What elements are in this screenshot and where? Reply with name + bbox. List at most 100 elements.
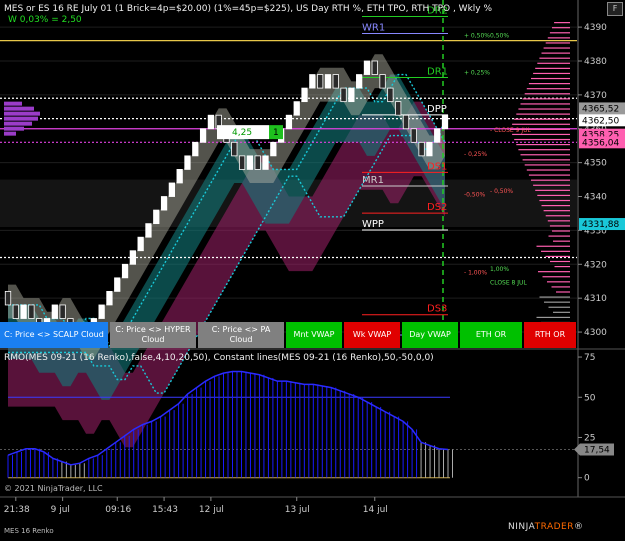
right-profile-bar [547,220,570,222]
renko-brick-up [348,87,355,103]
renko-brick-down [387,87,394,103]
toolbar-toggle-button[interactable]: Day VWAP [402,322,458,348]
left-profile-bar [4,116,38,121]
chart-canvas[interactable]: 4300431043204330434043504360437043804390… [0,0,625,537]
rmo-tick-label: 0 [584,474,590,484]
renko-brick-up [160,196,168,211]
renko-brick-down [402,114,410,130]
toolbar-toggle-button[interactable]: ETH OR [460,322,522,348]
renko-brick-up [434,128,441,143]
right-profile-bar [514,118,570,120]
right-profile-bar [541,52,570,54]
toolbar-toggle-button[interactable]: C: Price <> SCALP Cloud [0,322,108,348]
right-profile-bar [541,250,570,252]
renko-brick-up [137,236,144,252]
right-profile-bar [531,77,570,80]
right-profile-bar [544,301,570,303]
renko-brick-up [114,277,121,292]
renko-brick-up [356,74,363,89]
right-profile-bar [539,296,570,298]
time-tick-label: 9 jul [51,505,70,515]
right-profile-bar [524,93,570,95]
right-profile-bar [516,113,570,115]
renko-brick-up [145,223,152,238]
left-profile-bar [4,121,32,126]
renko-brick-up [51,304,58,319]
time-tick-label: 14 jul [363,505,388,515]
logo-suffix: ® [574,522,584,532]
renko-brick-up [270,141,277,157]
renko-brick-up [441,114,449,130]
renko-brick-up [199,128,207,143]
right-profile-bar [533,184,570,186]
annotation-box-badge-text: 1 [273,128,279,138]
renko-brick-up [285,114,293,130]
toolbar-toggle-button[interactable]: Mnt VWAP [286,322,342,348]
renko-brick-up [192,141,199,157]
percent-label: + 0,50% [464,32,490,39]
percent-label: - CLOSE 9 JUL [490,127,532,134]
right-profile-bar [524,164,570,166]
right-profile-bar [545,42,570,44]
toolbar-toggle-button[interactable]: C: Price <> HYPER Cloud [110,322,196,348]
chart-root: 4300431043204330434043504360437043804390… [0,0,625,537]
right-profile-bar [536,245,570,247]
renko-brick-down [340,87,347,103]
right-profile-bar [552,27,570,29]
renko-brick-up [153,209,160,225]
renko-brick-up [207,114,215,130]
renko-brick-down [28,304,35,319]
left-profile-bar [4,111,40,116]
right-profile-bar [545,215,570,217]
renko-brick-up [184,155,191,170]
chart-subtitle: W 0,03% = 2,50 [8,15,82,25]
rmo-tick-label: 75 [584,353,595,363]
pivot-label: DR1 [427,67,448,78]
right-profile-bar [516,144,570,146]
right-profile-bar [520,103,570,105]
right-profile-bar [531,179,570,181]
pivot-label: DS3 [427,304,447,315]
toolbar-toggle-button[interactable]: C: Price <> PA Cloud [198,322,284,348]
right-profile-bar [553,311,570,313]
renko-brick-down [410,128,417,143]
right-profile-bar [552,230,570,232]
pivot-label: DS1 [427,161,447,172]
right-profile-bar [553,240,570,242]
right-profile-bar [518,108,570,110]
percent-label: - 1,00% [464,269,487,276]
price-tick-label: 4320 [584,260,607,270]
toolbar-toggle-button[interactable]: RTH OR [524,322,576,348]
right-profile-bar [539,199,570,202]
right-profile-bar [548,306,570,308]
percent-label: + 0,25% [464,70,490,77]
right-profile-bar [548,235,570,237]
toggle-button-row: C: Price <> SCALP Cloud C: Price <> HYPER… [0,322,578,348]
ninjatrader-logo: NINJATRADER® [508,522,584,532]
percent-label: -0,50% [464,192,486,199]
renko-brick-up [293,101,300,116]
pivot-label: MR1 [362,175,384,186]
float-toggle-button[interactable]: F [607,2,623,16]
toolbar-toggle-button[interactable]: Wk VWAP [344,322,400,348]
right-profile-bar [543,47,570,49]
right-profile-bar [545,255,570,258]
renko-brick-down [418,141,425,157]
rmo-tick-label: 50 [584,393,596,403]
renko-brick-up [309,74,316,89]
left-profile-bar [4,126,24,131]
instrument-label: MES 16 Renko [4,527,54,535]
renko-brick-up [20,304,27,319]
right-profile-bar [537,194,570,197]
right-profile-bar [543,210,570,212]
right-profile-bar [554,22,570,24]
right-profile-bar [556,291,570,293]
right-profile-bar [536,316,570,319]
renko-brick-down [317,74,324,89]
right-profile-bar [549,225,570,227]
renko-brick-up [176,169,183,184]
renko-brick-down [371,60,378,75]
logo-main: NINJA [508,522,535,532]
pivot-label: DS2 [427,202,447,213]
price-badge-text: 4362,50 [582,116,619,126]
